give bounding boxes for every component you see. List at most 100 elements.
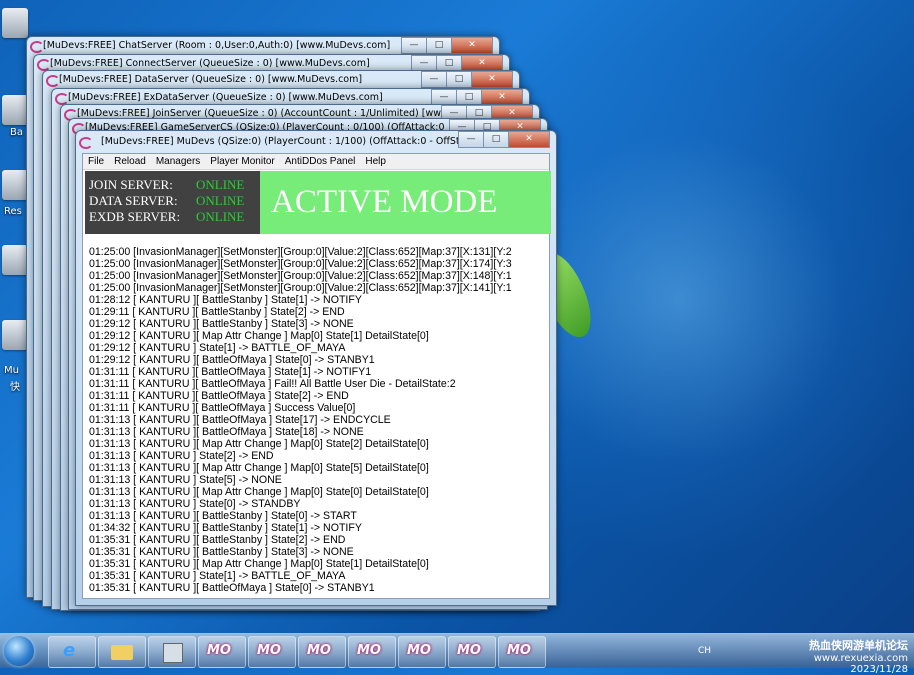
status-row-exdb: EXDB SERVER: ONLINE [89, 209, 260, 225]
log-line: 01:35:31 [ KANTURU ][ BattleStanby ] Sta… [89, 546, 354, 558]
mudevs-taskbar-button[interactable]: MO [398, 636, 446, 668]
status-label: EXDB SERVER: [89, 209, 181, 224]
mudevs-taskbar-button[interactable]: MO [448, 636, 496, 668]
app-icon: MO [257, 643, 281, 658]
menu-file[interactable]: File [83, 156, 109, 167]
mudevs-taskbar-button[interactable]: MO [498, 636, 546, 668]
log-line: 01:29:12 [ KANTURU ][ BattleStanby ] Sta… [89, 318, 354, 330]
log-line: 01:34:32 [ KANTURU ][ BattleStanby ] Sta… [89, 522, 362, 534]
log-line: 01:25:00 [InvasionManager][SetMonster][G… [89, 282, 512, 294]
desktop-icon-label: Mu [4, 365, 19, 376]
status-row-data: DATA SERVER: ONLINE [89, 193, 260, 209]
desktop-icon[interactable] [2, 170, 28, 200]
desktop-icon[interactable] [2, 245, 28, 275]
app-icon [30, 41, 44, 53]
server-status-panel: JOIN SERVER: ONLINE DATA SERVER: ONLINE EX… [85, 171, 260, 234]
log-line: 01:29:12 [ KANTURU ][ BattleOfMaya ] Sta… [89, 354, 375, 366]
window-title: [MuDevs:FREE] ChatServer (Room : 0,User:… [43, 40, 391, 51]
log-line: 01:35:31 [ KANTURU ][ BattleOfMaya ] Sta… [89, 582, 375, 594]
log-line: 01:31:11 [ KANTURU ][ BattleOfMaya ] Sta… [89, 390, 349, 402]
system-tray: 热血侠网游单机论坛 www.rexuexia.com 2023/11/28 [809, 637, 908, 675]
status-value: ONLINE [196, 193, 245, 208]
log-line: 01:31:13 [ KANTURU ] State[0] -> STANDBY [89, 498, 301, 510]
ie-taskbar-icon[interactable]: e [48, 636, 96, 668]
menu-help[interactable]: Help [360, 156, 391, 167]
log-line: 01:31:11 [ KANTURU ][ BattleOfMaya ] Fai… [89, 378, 456, 390]
maximize-button[interactable]: □ [426, 37, 452, 54]
minimize-button[interactable]: — [421, 71, 447, 88]
app-icon: MO [307, 643, 331, 658]
active-mode-banner: ACTIVE MODE [260, 171, 551, 234]
mudevs-taskbar-button[interactable]: MO [298, 636, 346, 668]
app-icon: MO [507, 643, 531, 658]
log-line: 01:25:00 [InvasionManager][SetMonster][G… [89, 246, 512, 258]
app-icon: MO [357, 643, 381, 658]
start-button[interactable] [4, 636, 34, 666]
window-title: [MuDevs:FREE] ConnectServer (QueueSize :… [50, 58, 370, 69]
status-value: ONLINE [196, 209, 245, 224]
log-line: 01:31:13 [ KANTURU ][ BattleOfMaya ] Sta… [89, 414, 391, 426]
log-line: 01:31:11 [ KANTURU ][ BattleOfMaya ] Suc… [89, 402, 356, 414]
mudevs-taskbar-button[interactable]: MO [348, 636, 396, 668]
menu-player-monitor[interactable]: Player Monitor [205, 156, 279, 167]
app-icon: MO [407, 643, 431, 658]
mudevs-taskbar-button[interactable]: MO [198, 636, 246, 668]
log-line: 01:31:13 [ KANTURU ][ BattleStanby ] Sta… [89, 510, 357, 522]
app-icon [46, 75, 60, 87]
close-button[interactable]: ✕ [471, 71, 513, 88]
log-line: 01:31:13 [ KANTURU ] State[5] -> NONE [89, 474, 282, 486]
server-log: 01:25:00 [InvasionManager][SetMonster][G… [89, 246, 549, 594]
window-title: [MuDevs:FREE] ExDataServer (QueueSize : … [68, 92, 383, 103]
mudevs-main-window[interactable]: [MuDevs:FREE] MuDevs (QSize:0) (PlayerCo… [75, 130, 557, 606]
minimize-button[interactable]: — [401, 37, 427, 54]
log-line: 01:31:13 [ KANTURU ][ Map Attr Change ] … [89, 438, 429, 450]
log-line: 01:29:11 [ KANTURU ][ BattleStanby ] Sta… [89, 306, 345, 318]
explorer-taskbar-icon[interactable] [98, 636, 146, 668]
log-line: 01:31:13 [ KANTURU ][ Map Attr Change ] … [89, 486, 429, 498]
log-line: 01:29:12 [ KANTURU ] State[1] -> BATTLE_… [89, 342, 346, 354]
app-icon: MO [207, 643, 231, 658]
desktop-icon-label: Res [4, 206, 22, 217]
recycle-bin-icon[interactable] [2, 8, 28, 38]
mudevs-taskbar-button[interactable]: MO [248, 636, 296, 668]
desktop-icon-label: Ba [10, 127, 23, 138]
log-line: 01:35:31 [ KANTURU ][ BattleStanby ] Sta… [89, 534, 346, 546]
language-indicator[interactable]: CH [698, 646, 711, 656]
log-line: 01:31:13 [ KANTURU ][ BattleOfMaya ] Sta… [89, 426, 364, 438]
maximize-button[interactable]: □ [483, 131, 509, 148]
menu-managers[interactable]: Managers [151, 156, 205, 167]
log-line: 01:28:12 [ KANTURU ][ BattleStanby ] Sta… [89, 294, 362, 306]
clock-date[interactable]: 2023/11/28 [809, 664, 908, 675]
log-line: 01:35:31 [ KANTURU ] State[1] -> BATTLE_… [89, 570, 346, 582]
maximize-button[interactable]: □ [446, 71, 472, 88]
log-line: 01:31:13 [ KANTURU ] State[2] -> END [89, 450, 274, 462]
desktop-icon[interactable] [2, 95, 28, 125]
app-icon [79, 137, 93, 149]
log-line: 01:29:12 [ KANTURU ][ Map Attr Change ] … [89, 330, 429, 342]
menu-antiddos-panel[interactable]: AntiDDos Panel [280, 156, 361, 167]
window-title: [MuDevs:FREE] MuDevs (QSize:0) (PlayerCo… [101, 136, 471, 147]
desktop-icon-label: 快 [10, 382, 20, 393]
minimize-button[interactable]: — [458, 131, 484, 148]
log-line: 01:31:13 [ KANTURU ][ Map Attr Change ] … [89, 462, 429, 474]
log-line: 01:31:11 [ KANTURU ][ BattleOfMaya ] Sta… [89, 366, 372, 378]
watermark-title: 热血侠网游单机论坛 [809, 639, 908, 652]
status-row-join: JOIN SERVER: ONLINE [89, 177, 260, 193]
menu-reload[interactable]: Reload [109, 156, 151, 167]
log-line: 01:35:31 [ KANTURU ][ Map Attr Change ] … [89, 558, 429, 570]
status-label: JOIN SERVER: [89, 177, 173, 192]
log-line: 01:25:00 [InvasionManager][SetMonster][G… [89, 270, 512, 282]
close-button[interactable]: ✕ [451, 37, 493, 54]
log-line: 01:25:00 [InvasionManager][SetMonster][G… [89, 258, 512, 270]
tool-taskbar-icon[interactable] [148, 636, 196, 668]
window-client-area: File Reload Managers Player Monitor Anti… [82, 153, 551, 599]
window-controls: — □ ✕ [458, 131, 550, 148]
app-icon: MO [457, 643, 481, 658]
close-button[interactable]: ✕ [508, 131, 550, 148]
window-controls: — □ ✕ [401, 37, 493, 54]
menu-bar: File Reload Managers Player Monitor Anti… [83, 154, 549, 170]
watermark-url: www.rexuexia.com [813, 653, 908, 664]
desktop-icon[interactable] [2, 320, 28, 350]
window-title: [MuDevs:FREE] DataServer (QueueSize : 0)… [59, 74, 363, 85]
status-label: DATA SERVER: [89, 193, 178, 208]
